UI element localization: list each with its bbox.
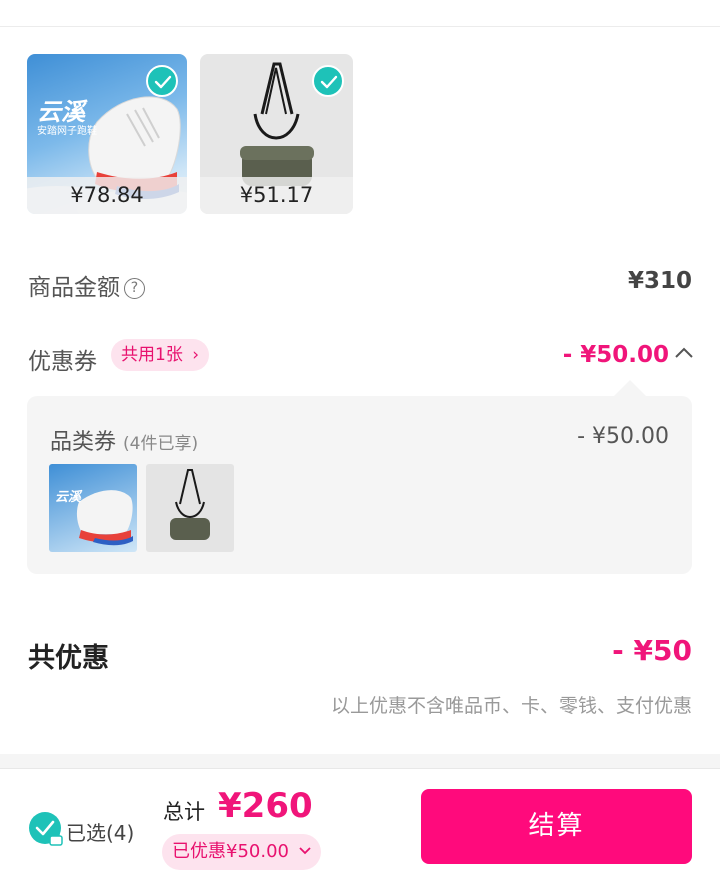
product-thumb-shoe[interactable]: 云溪 安踏网子跑鞋 ¥78.84: [27, 54, 187, 214]
check-icon[interactable]: [312, 65, 344, 97]
select-all-checkbox[interactable]: [29, 812, 63, 846]
chevron-right-icon: ›: [192, 345, 200, 365]
goods-amount-label: 商品金额: [28, 275, 120, 301]
total-prefix: 总计: [163, 800, 205, 824]
panel-pointer: [614, 380, 646, 396]
coupon-count-pill[interactable]: 共用1张 ›: [111, 339, 210, 371]
product-price: ¥78.84: [27, 177, 187, 214]
coupon-item-shoe: 云溪: [49, 464, 137, 552]
coupon-label: 优惠券: [28, 349, 97, 375]
total-discount-value: - ¥50: [612, 634, 692, 667]
coupon-type-label: 品类券: [50, 430, 117, 455]
product-price: ¥51.17: [200, 177, 353, 214]
top-divider: [0, 26, 720, 27]
shoe-sub-text: 安踏网子跑鞋: [37, 126, 97, 137]
coupon-type-note: (4件已享): [123, 434, 199, 454]
check-icon[interactable]: [146, 65, 178, 97]
total-value: ¥260: [218, 786, 313, 826]
section-divider: [0, 754, 720, 768]
chevron-down-icon: [299, 847, 311, 855]
discount-footnote: 以上优惠不含唯品币、卡、零钱、支付优惠: [330, 695, 692, 717]
goods-amount-value: ¥310: [627, 268, 692, 294]
coupon-pill-label: 共用1张: [121, 345, 183, 365]
check-icon: [29, 812, 63, 846]
saved-amount-pill[interactable]: 已优惠¥50.00: [162, 834, 321, 870]
chevron-up-icon[interactable]: [674, 346, 694, 360]
coupon-detail-panel: 品类券 (4件已享) - ¥50.00 云溪: [27, 396, 692, 574]
coupon-item-bag: [146, 464, 234, 552]
goods-amount-row: 商品金额?: [28, 268, 145, 302]
mini-brand-text: 云溪: [55, 490, 82, 505]
coupon-value: - ¥50.00: [562, 342, 669, 368]
coupon-type-title: 品类券 (4件已享): [50, 424, 198, 456]
saved-amount-label: 已优惠¥50.00: [172, 841, 289, 862]
total-discount-label: 共优惠: [28, 643, 109, 674]
checkout-button[interactable]: 结算: [421, 789, 692, 864]
coupon-type-value: - ¥50.00: [577, 424, 669, 449]
selected-count: 已选(4): [66, 821, 135, 845]
product-thumb-bag[interactable]: ¥51.17: [200, 54, 353, 214]
help-icon[interactable]: ?: [124, 278, 145, 299]
